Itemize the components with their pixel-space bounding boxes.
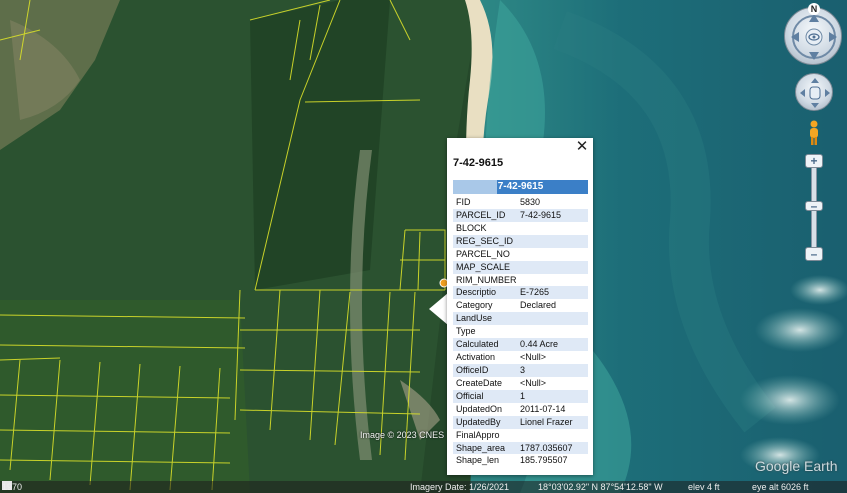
attribute-row: MAP_SCALE	[453, 260, 588, 274]
attribute-row: FinalAppro	[453, 429, 588, 442]
satellite-map[interactable]: N + – – Image © 2023 CNES Google Earth	[0, 0, 847, 493]
attribute-value	[520, 312, 588, 326]
coordinates-readout: 18°03'02.92" N 87°54'12.58" W	[538, 482, 663, 492]
attribute-row: UpdatedOn 2011-07-14	[453, 403, 588, 416]
status-bar: 1970 Imagery Date: 1/26/2021 18°03'02.92…	[0, 481, 847, 493]
attribute-value	[520, 429, 588, 442]
attribute-key: PARCEL_ID	[453, 208, 520, 222]
attribute-value: 0.44 Acre	[520, 338, 588, 352]
attribute-row: OfficeID 3	[453, 363, 588, 377]
attribute-key: Calculated	[453, 338, 520, 352]
attribute-value: 7-42-9615	[520, 208, 588, 222]
google-earth-logo: Google Earth	[755, 458, 838, 474]
attribute-key: Type	[456, 326, 476, 337]
street-view-pegman-icon[interactable]	[806, 120, 822, 146]
attribute-key: Shape_area	[453, 441, 520, 455]
attribute-value	[520, 248, 588, 261]
popup-header-bar: 7-42-9615	[453, 180, 588, 194]
attribute-row: PARCEL_ID 7-42-9615	[453, 208, 588, 222]
attribute-key: UpdatedBy	[453, 415, 520, 429]
zoom-slider-handle[interactable]: –	[805, 200, 823, 212]
attribute-row: Official 1	[453, 389, 588, 403]
elevation-readout: elev 4 ft	[688, 482, 720, 492]
attribute-value	[520, 260, 588, 274]
attribute-key: Official	[453, 389, 520, 403]
attribute-value	[520, 222, 588, 235]
attribute-key: Activation	[456, 352, 496, 363]
attribute-value: 2011-07-14	[520, 403, 566, 414]
attribute-key: RIM_NUMBER	[456, 274, 517, 285]
attribute-value	[520, 274, 588, 287]
attribute-row: Calculated 0.44 Acre	[453, 338, 588, 352]
attribute-value	[520, 325, 588, 338]
attribute-key: LandUse	[453, 312, 520, 326]
info-balloon: ✕ 7-42-9615 7-42-9615 FID 5830 PARCEL_ID 7-…	[447, 138, 593, 475]
attribute-key: REG_SEC_ID	[453, 234, 520, 248]
attribute-row: Category Declared	[453, 299, 588, 312]
attribute-value: E-7265	[520, 286, 588, 300]
attribute-key: Shape_len	[456, 455, 500, 466]
attribute-value: Declared	[520, 300, 557, 311]
attribute-value	[520, 234, 588, 248]
attribute-row: UpdatedBy Lionel Frazer	[453, 415, 588, 429]
popup-header-label: 7-42-9615	[497, 181, 544, 192]
attribute-value: <Null>	[520, 377, 547, 388]
attribute-row: Descriptio E-7265	[453, 286, 588, 300]
popup-pointer	[429, 293, 448, 325]
attribute-value: 185.795507	[520, 455, 568, 466]
attribute-row: REG_SEC_ID	[453, 234, 588, 248]
hand-pan-icon	[800, 78, 830, 108]
attribute-table: FID 5830 PARCEL_ID 7-42-9615 BLOCK REG_SEC_ID…	[453, 196, 588, 467]
zoom-out-button[interactable]: –	[805, 247, 823, 261]
attribute-row: FID 5830	[453, 196, 588, 209]
attribute-key: Descriptio	[453, 286, 520, 300]
attribute-row: BLOCK	[453, 222, 588, 235]
attribute-key: FinalAppro	[456, 429, 500, 440]
map-imagery[interactable]	[0, 0, 847, 493]
attribute-value: 3	[520, 363, 588, 377]
attribute-value: <Null>	[520, 352, 547, 363]
popup-title: 7-42-9615	[453, 157, 504, 169]
header-highlight	[453, 180, 497, 194]
attribute-key: PARCEL_NO	[456, 248, 510, 259]
attribute-key: UpdatedOn	[456, 403, 503, 414]
pan-control[interactable]	[795, 73, 833, 111]
imagery-date: Imagery Date: 1/26/2021	[410, 482, 510, 492]
attribute-value: 5830	[520, 197, 541, 207]
attribute-value: 1787.035607	[520, 441, 588, 455]
attribute-key: CreateDate	[456, 377, 503, 388]
attribute-row: Shape_len 185.795507	[453, 454, 588, 467]
attribute-key: FID	[456, 197, 471, 207]
attribute-key: MAP_SCALE	[453, 260, 520, 274]
attribute-row: CreateDate <Null>	[453, 377, 588, 390]
attribute-value: 1	[520, 389, 588, 403]
imagery-credit: Image © 2023 CNES	[360, 430, 445, 440]
compass-ring-control[interactable]	[784, 7, 842, 65]
compass-icon	[791, 14, 837, 60]
attribute-row: Type	[453, 325, 588, 338]
attribute-value: Lionel Frazer	[520, 415, 588, 429]
eye-altitude-readout: eye alt 6026 ft	[752, 482, 809, 492]
attribute-row: PARCEL_NO	[453, 248, 588, 261]
zoom-in-button[interactable]: +	[805, 154, 823, 168]
close-icon[interactable]: ✕	[575, 139, 589, 154]
attribute-row: RIM_NUMBER	[453, 274, 588, 287]
attribute-row: Shape_area 1787.035607	[453, 441, 588, 455]
year-label: 1970	[2, 482, 23, 492]
attribute-row: Activation <Null>	[453, 351, 588, 364]
attribute-key: BLOCK	[456, 222, 487, 233]
attribute-row: LandUse	[453, 312, 588, 326]
compass-north-marker[interactable]: N	[808, 3, 820, 15]
attribute-key: OfficeID	[453, 363, 520, 377]
attribute-key: Category	[456, 300, 493, 311]
